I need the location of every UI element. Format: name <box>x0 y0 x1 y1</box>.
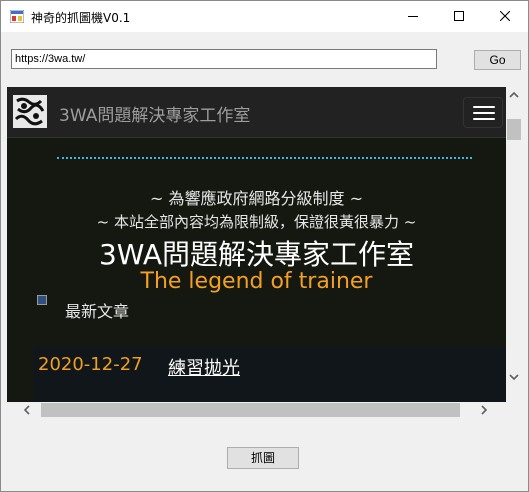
post-date: 2020-12-27 <box>38 354 143 375</box>
broken-image-icon <box>37 295 47 305</box>
go-button[interactable]: Go <box>474 50 521 70</box>
scroll-right-arrow-icon[interactable] <box>476 402 492 418</box>
latest-articles-heading: 最新文章 <box>65 302 130 321</box>
close-icon <box>500 11 510 21</box>
hamburger-icon-bar <box>473 106 495 108</box>
site-navbar: 3WA問題解決專家工作室 <box>7 87 506 138</box>
scrollbar-corner <box>506 402 522 418</box>
window-title: 神奇的抓圖機V0.1 <box>31 11 131 25</box>
url-input[interactable]: https://3wa.tw/ <box>11 49 437 69</box>
hero-heading: 3WA問題解決專家工作室 <box>98 238 415 271</box>
menu-toggle-button[interactable] <box>463 97 503 128</box>
vertical-scroll-thumb[interactable] <box>507 119 521 140</box>
app-window: 神奇的抓圖機V0.1 https://3wa.tw/ Go 3WA問題解決專家工… <box>0 0 529 492</box>
scroll-down-arrow-icon[interactable] <box>506 369 522 385</box>
maximize-icon <box>454 11 464 21</box>
horizontal-scrollbar[interactable] <box>7 402 506 418</box>
hamburger-icon-bar <box>473 118 495 120</box>
post-list-item: 2020-12-27 練習拋光 <box>33 347 506 402</box>
vertical-scrollbar[interactable] <box>506 87 522 402</box>
title-bar: 神奇的抓圖機V0.1 <box>1 1 528 32</box>
site-brand[interactable]: 3WA問題解決專家工作室 <box>59 101 250 126</box>
hero-line-1: ~ 為響應政府網路分級制度 ~ <box>150 189 363 208</box>
hero-subtitle: The legend of trainer <box>140 269 373 294</box>
app-icon <box>10 10 24 23</box>
maximize-button[interactable] <box>436 1 482 32</box>
post-title-link[interactable]: 練習拋光 <box>168 354 240 380</box>
capture-button[interactable]: 抓圖 <box>227 447 299 469</box>
site-logo[interactable] <box>13 95 47 128</box>
dotted-divider <box>57 157 472 159</box>
horizontal-scroll-thumb[interactable] <box>41 403 460 417</box>
hamburger-icon-bar <box>473 112 495 114</box>
web-browser-view[interactable]: 3WA問題解決專家工作室 ~ 為響應政府網路分級制度 ~ ~ 本站全部內容均為限… <box>7 87 522 418</box>
minimize-button[interactable] <box>390 1 436 32</box>
logo-image <box>13 95 47 128</box>
scroll-left-arrow-icon[interactable] <box>19 402 35 418</box>
close-button[interactable] <box>482 1 528 32</box>
scroll-up-arrow-icon[interactable] <box>506 87 522 103</box>
minimize-icon <box>408 16 418 17</box>
hero-line-2: ~ 本站全部內容均為限制級，保證很黃很暴力 ~ <box>96 213 417 231</box>
